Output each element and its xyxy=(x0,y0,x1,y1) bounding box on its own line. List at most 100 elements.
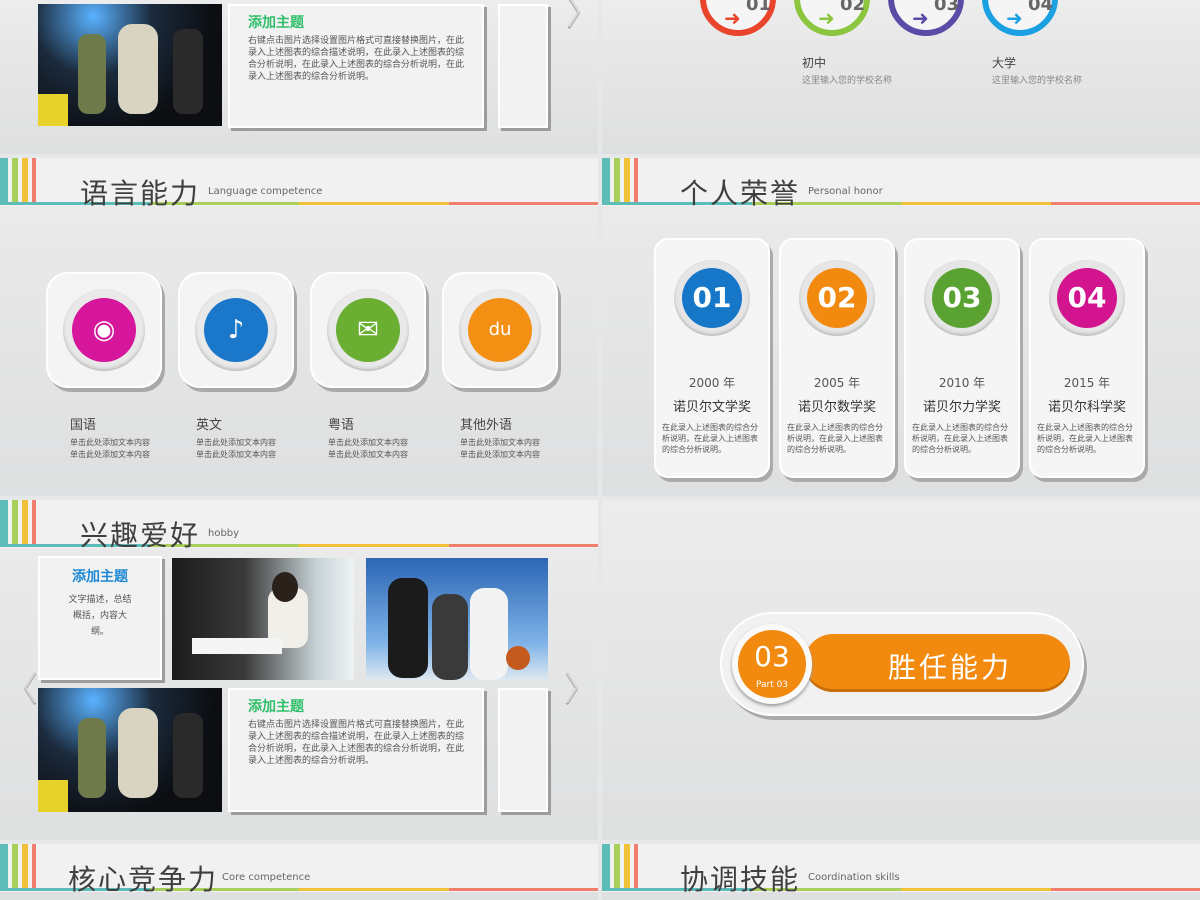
lang-card-4[interactable]: du xyxy=(442,272,558,388)
topic-desc: 右键点击图片选择设置图片格式可直接替换图片，在此录入上述图表的综合描述说明，在此… xyxy=(248,36,465,82)
slide-header: 兴趣爱好 hobby xyxy=(0,500,598,552)
lang-card-2[interactable]: ♪ xyxy=(178,272,294,388)
arrow-right-icon: ➜ xyxy=(818,6,835,30)
honor-num: 04 xyxy=(1057,268,1117,328)
step-num: 01 xyxy=(746,0,772,15)
edu-level: 大学 xyxy=(992,56,1017,70)
piano-photo xyxy=(172,558,354,680)
dance-photo xyxy=(38,688,222,812)
header-stripes xyxy=(0,844,40,890)
slide-part3[interactable]: 胜任能力 03 Part 03 xyxy=(602,500,1200,840)
topic-box: 添加主题 右键点击图片选择设置图片格式可直接替换图片，在此录入上述图表的综合描述… xyxy=(228,688,484,812)
lang-label: 其他外语 xyxy=(460,418,513,433)
topic-title: 添加主题 xyxy=(248,15,304,31)
honor-num: 02 xyxy=(807,268,867,328)
slide-subtitle: Coordination skills xyxy=(808,872,900,883)
honor-award: 诺贝尔文学奖 xyxy=(672,400,751,415)
slide-subtitle: hobby xyxy=(208,528,240,539)
edu-item-2: 大学 这里输入您的学校名称 xyxy=(992,54,1082,86)
lang-desc: 单击此处添加文本内容 xyxy=(70,450,150,459)
arrow-right-icon: ➜ xyxy=(724,6,741,30)
lang-label: 国语 xyxy=(70,418,97,433)
topic-box: 添加主题 右键点击图片选择设置图片格式可直接替换图片，在此录入上述图表的综合描述… xyxy=(228,4,484,128)
step-num: 03 xyxy=(934,0,960,15)
honor-card-4[interactable]: 04 2015 年 诺贝尔科学奖 在此录入上述图表的综合分析说明，在此录入上述图… xyxy=(1029,238,1145,478)
slide-subtitle: Personal honor xyxy=(808,186,883,197)
arrow-right-icon: ➜ xyxy=(1006,6,1023,30)
next-arrow-icon[interactable]: 〉 xyxy=(566,0,598,35)
lang-card-1[interactable]: ◉ xyxy=(46,272,162,388)
honor-year: 2005 年 xyxy=(813,376,861,390)
lang-card-3[interactable]: ✉ xyxy=(310,272,426,388)
hobby-text-box: 添加主题 文字描述，总结概括，内容大纲。 xyxy=(38,556,162,680)
honor-card-3[interactable]: 03 2010 年 诺贝尔力学奖 在此录入上述图表的综合分析说明，在此录入上述图… xyxy=(904,238,1020,478)
slide-title: 核心竞争力 xyxy=(68,863,219,896)
lang-desc: 单击此处添加文本内容 xyxy=(196,438,276,447)
lang-desc: 单击此处添加文本内容 xyxy=(328,438,408,447)
slide-header: 语言能力 Language competence xyxy=(0,158,598,210)
next-arrow-icon[interactable]: 〉 xyxy=(564,662,598,711)
edu-level: 初中 xyxy=(802,56,827,70)
slide-education[interactable]: ➜ 01 ➜ 02 ➜ 03 ➜ 04 初中 这里输入您的学校名称 大学 这里输… xyxy=(602,0,1200,154)
honor-year: 2010 年 xyxy=(938,376,986,390)
dance-photo xyxy=(38,4,222,126)
step-04: ➜ 04 xyxy=(982,0,1058,36)
slide-honor[interactable]: 个人荣誉 Personal honor 01 2000 年 诺贝尔文学奖 在此录… xyxy=(602,158,1200,496)
honor-num: 01 xyxy=(682,268,742,328)
header-stripes xyxy=(602,844,642,890)
honor-card-1[interactable]: 01 2000 年 诺贝尔文学奖 在此录入上述图表的综合分析说明，在此录入上述图… xyxy=(654,238,770,478)
slide-subtitle: Language competence xyxy=(208,186,323,197)
lang-item-2: 英文 单击此处添加文本内容 单击此处添加文本内容 xyxy=(196,414,276,461)
honor-num: 03 xyxy=(932,268,992,328)
lang-desc: 单击此处添加文本内容 xyxy=(70,438,150,447)
step-num: 04 xyxy=(1028,0,1054,15)
honor-year: 2015 年 xyxy=(1063,376,1111,390)
slide-header: 核心竞争力 Core competence xyxy=(0,844,598,896)
step-01: ➜ 01 xyxy=(700,0,776,36)
part-dot: 03 Part 03 xyxy=(738,630,806,698)
header-stripes xyxy=(602,158,642,204)
friends-photo xyxy=(366,558,548,680)
honor-award: 诺贝尔科学奖 xyxy=(1047,400,1126,415)
slide-title: 协调技能 xyxy=(680,863,801,896)
slide-language[interactable]: 语言能力 Language competence ◉ ♪ ✉ du 国语 单击此… xyxy=(0,158,598,496)
slide-core[interactable]: 核心竞争力 Core competence xyxy=(0,844,598,900)
baidu-paw-icon: du xyxy=(468,298,532,362)
arrow-right-icon: ➜ xyxy=(912,6,929,30)
lang-label: 粤语 xyxy=(328,418,355,433)
prev-arrow-icon[interactable]: 〈 xyxy=(4,662,38,711)
lang-desc: 单击此处添加文本内容 xyxy=(196,450,276,459)
slide-title: 兴趣爱好 xyxy=(80,519,201,552)
honor-award: 诺贝尔力学奖 xyxy=(922,400,1001,415)
wechat-icon: ✉ xyxy=(336,298,400,362)
step-num: 02 xyxy=(840,0,866,15)
part-title: 胜任能力 xyxy=(887,651,1012,684)
topic-desc: 右键点击图片选择设置图片格式可直接替换图片，在此录入上述图表的综合描述说明，在此… xyxy=(248,720,465,766)
honor-desc: 在此录入上述图表的综合分析说明，在此录入上述图表的综合分析说明。 xyxy=(787,423,883,454)
honor-card-2[interactable]: 02 2005 年 诺贝尔数学奖 在此录入上述图表的综合分析说明，在此录入上述图… xyxy=(779,238,895,478)
slide-hobby[interactable]: 兴趣爱好 hobby 添加主题 文字描述，总结概括，内容大纲。 〈 〉 添加主题… xyxy=(0,500,598,840)
lang-desc: 单击此处添加文本内容 xyxy=(328,450,408,459)
slide-title: 语言能力 xyxy=(80,177,201,210)
part-circle: 03 Part 03 xyxy=(732,624,812,704)
side-box xyxy=(498,688,548,812)
header-stripes xyxy=(0,500,40,546)
edu-school: 这里输入您的学校名称 xyxy=(992,76,1083,86)
topic-title: 添加主题 xyxy=(248,699,304,715)
slide-subtitle: Core competence xyxy=(222,872,311,883)
slide-header: 协调技能 Coordination skills xyxy=(602,844,1200,896)
lang-item-1: 国语 单击此处添加文本内容 单击此处添加文本内容 xyxy=(70,414,150,461)
side-box xyxy=(498,4,548,128)
hobby-box-desc: 文字描述，总结概括，内容大纲。 xyxy=(68,595,132,637)
header-stripes xyxy=(0,158,40,204)
step-02: ➜ 02 xyxy=(794,0,870,36)
honor-year: 2000 年 xyxy=(688,376,736,390)
slide-coordination[interactable]: 协调技能 Coordination skills xyxy=(602,844,1200,900)
weibo-icon: ◉ xyxy=(72,298,136,362)
slide-header: 个人荣誉 Personal honor xyxy=(602,158,1200,210)
slide-topic-photo[interactable]: 添加主题 右键点击图片选择设置图片格式可直接替换图片，在此录入上述图表的综合描述… xyxy=(0,0,598,154)
hobby-box-title: 添加主题 xyxy=(72,569,128,585)
audio-icon: ♪ xyxy=(204,298,268,362)
part-label: Part 03 xyxy=(755,680,789,690)
lang-desc: 单击此处添加文本内容 xyxy=(460,438,540,447)
